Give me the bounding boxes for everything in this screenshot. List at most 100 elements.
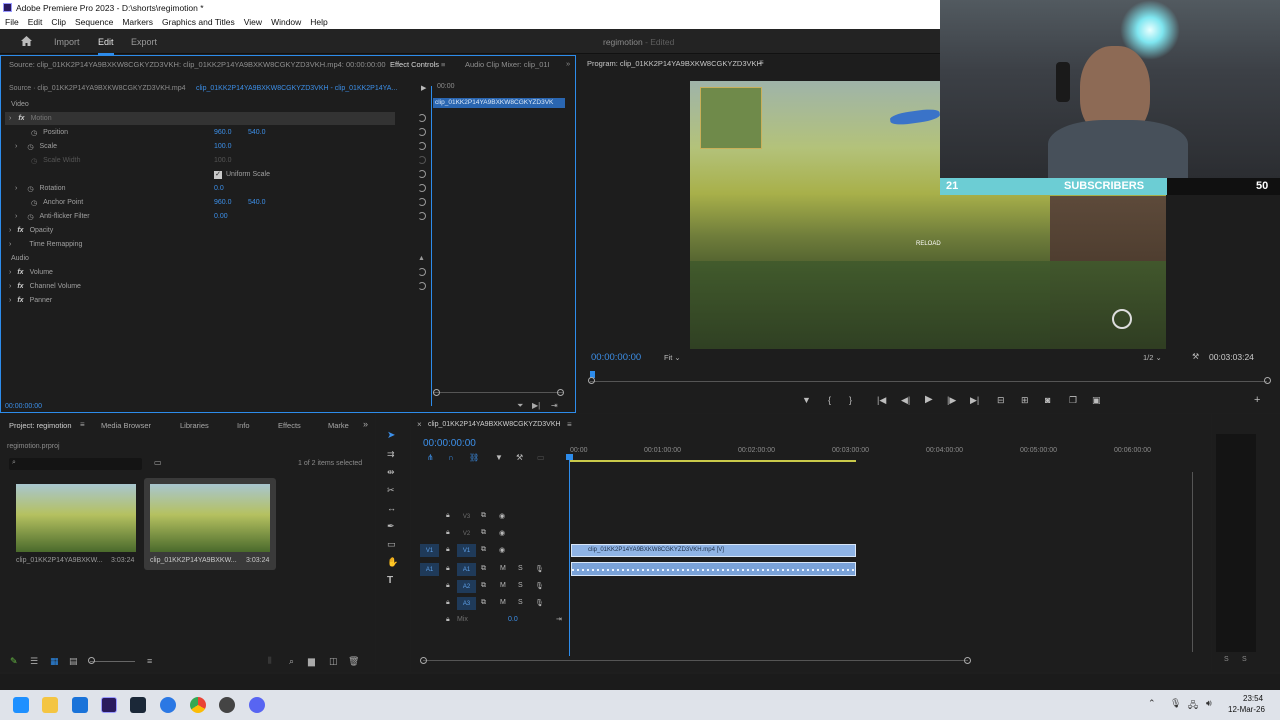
lock-icon[interactable]: 🔒︎ [446,546,450,554]
hand-tool-icon[interactable]: ✋ [387,557,398,568]
mark-in-icon[interactable]: { [828,395,831,405]
expand-icon[interactable]: › [9,227,11,234]
play-clip-icon[interactable]: ▶ [421,84,426,92]
project-overflow-icon[interactable]: » [363,419,368,429]
ec-clip-bar[interactable]: clip_01KK2P14YA9BXKW8CGKYZD3VK [433,98,565,108]
program-zoom-right[interactable] [1264,377,1271,384]
expand-icon[interactable]: › [9,283,11,290]
tab-import[interactable]: Import [54,37,80,47]
extract-icon[interactable]: ⊞ [1021,395,1029,406]
stopwatch-icon[interactable]: ◷ [27,213,33,221]
effect-controls-tab[interactable]: Effect Controls [390,60,439,69]
go-to-end-icon[interactable]: ⇥ [556,615,562,623]
lock-icon[interactable]: 🔒︎ [446,529,450,537]
project-menu-icon[interactable]: ≡ [80,420,85,429]
stopwatch-icon[interactable]: ◷ [27,143,33,151]
tab-info[interactable]: Info [237,421,250,430]
source-patch-v1[interactable]: V1 [420,544,439,557]
reset-volume-icon[interactable] [418,268,426,276]
list-view-icon[interactable]: ☰ [30,656,38,667]
sync-lock-icon[interactable]: ⧉ [481,599,486,607]
sequence-clip-label[interactable]: clip_01KK2P14YA9BXKW8CGKYZD3VKH - clip_0… [196,85,397,92]
timeline-horizontal-scroll[interactable] [423,660,968,661]
export-frame-camera-icon[interactable]: ◙ [1045,395,1050,405]
timeline-scroll-right-handle[interactable] [964,657,971,664]
expand-icon[interactable]: › [9,241,11,248]
go-to-in-icon[interactable]: |◀ [877,395,886,406]
expand-icon[interactable]: › [15,143,17,150]
nest-toggle-icon[interactable]: ⋔ [427,453,434,462]
solo-button[interactable]: S [518,582,523,589]
volume-icon[interactable]: 🔊︎ [1206,698,1212,709]
new-bin-icon[interactable]: ▭ [154,458,162,467]
solo-button[interactable]: S [518,565,523,572]
menu-sequence[interactable]: Sequence [75,17,113,27]
timeline-vertical-scroll[interactable] [1192,472,1193,652]
panner-row[interactable]: › fx Panner [9,294,52,307]
play-only-audio-icon[interactable]: ▶| [532,401,540,410]
discord-icon[interactable] [249,697,265,713]
timeline-ruler[interactable]: 00:00 00:01:00:00 00:02:00:00 00:03:00:0… [570,446,1190,464]
rotation-value[interactable]: 0.0 [214,185,224,192]
time-remap-row[interactable]: › Time Remapping [9,238,82,251]
lock-icon[interactable]: 🔒︎ [446,616,450,624]
edge-icon[interactable] [160,697,176,713]
lift-icon[interactable]: ⊟ [997,395,1005,406]
sync-lock-icon[interactable]: ⧉ [481,512,486,520]
anchor-x-value[interactable]: 960.0 [214,199,232,206]
menu-graphics-titles[interactable]: Graphics and Titles [162,17,235,27]
snap-icon[interactable]: ∩ [448,453,454,462]
reset-channel-volume-icon[interactable] [418,282,426,290]
menu-clip[interactable]: Clip [51,17,66,27]
reset-rotation-icon[interactable] [418,184,426,192]
timeline-settings-icon[interactable]: ⚒ [516,453,523,462]
timeline-scroll-left-handle[interactable] [420,657,427,664]
razor-tool-icon[interactable]: ✂ [387,485,395,496]
step-forward-icon[interactable]: |▶ [947,395,956,406]
program-monitor-tab[interactable]: Program: clip_01KK2P14YA9BXKW8CGKYZD3VKH [587,59,762,68]
fx-icon[interactable]: fx [18,115,24,122]
add-marker-icon[interactable]: ▼ [802,395,811,405]
resolution-dropdown[interactable]: 1/2 ⌄ [1143,353,1162,362]
reset-scale-icon[interactable] [418,142,426,150]
outlook-icon[interactable] [72,697,88,713]
clock-date[interactable]: 12-Mar-26 [1228,705,1265,714]
ec-playhead[interactable] [431,86,432,406]
motion-row[interactable]: › fx Motion [5,112,395,125]
file-explorer-icon[interactable] [42,697,58,713]
reset-position-icon[interactable] [418,128,426,136]
menu-edit[interactable]: Edit [28,17,43,27]
filter-icon[interactable]: ⏷ [517,401,523,411]
lock-icon[interactable]: 🔒︎ [446,582,450,590]
ripple-edit-tool-icon[interactable]: ⇹ [387,467,395,478]
freeform-view-icon[interactable]: ▤ [69,656,78,667]
comparison-view-icon[interactable]: ❐ [1069,395,1077,406]
timeline-timecode[interactable]: 00:00:00:00 [423,438,476,449]
reset-uniform-icon[interactable] [418,170,426,178]
uniform-scale-checkbox[interactable]: ✓ [214,170,222,179]
fx-icon[interactable]: fx [17,227,23,234]
ec-zoom-handle-left[interactable] [433,389,440,396]
clock-time[interactable]: 23:54 [1243,694,1263,703]
opacity-row[interactable]: › fx Opacity [9,224,53,237]
tray-microphone-icon[interactable]: 🎙︎ [1170,698,1181,709]
tab-export[interactable]: Export [131,37,157,47]
eye-icon[interactable]: ◉ [499,529,505,537]
stopwatch-icon[interactable]: ◷ [31,199,37,207]
type-tool-icon[interactable]: T [387,575,393,586]
chrome-icon[interactable] [190,697,206,713]
tab-markers[interactable]: Marke [328,421,349,430]
scale-value[interactable]: 100.0 [214,143,232,150]
play-button[interactable]: ▶ [925,394,933,405]
settings-wrench-icon[interactable]: ⚒ [1192,352,1199,361]
sync-lock-icon[interactable]: ⧉ [481,546,486,554]
position-y-value[interactable]: 540.0 [248,129,266,136]
mute-button[interactable]: M [500,599,506,606]
audio-arrow-icon[interactable]: ▲ [418,255,425,262]
slip-tool-icon[interactable]: ↔ [387,503,396,513]
thumbnail-slider-handle[interactable] [88,657,95,664]
sync-lock-icon[interactable]: ⧉ [481,582,486,590]
obs-icon[interactable] [219,697,235,713]
timeline-close-icon[interactable]: × [417,420,422,429]
reset-anchor-icon[interactable] [418,198,426,206]
